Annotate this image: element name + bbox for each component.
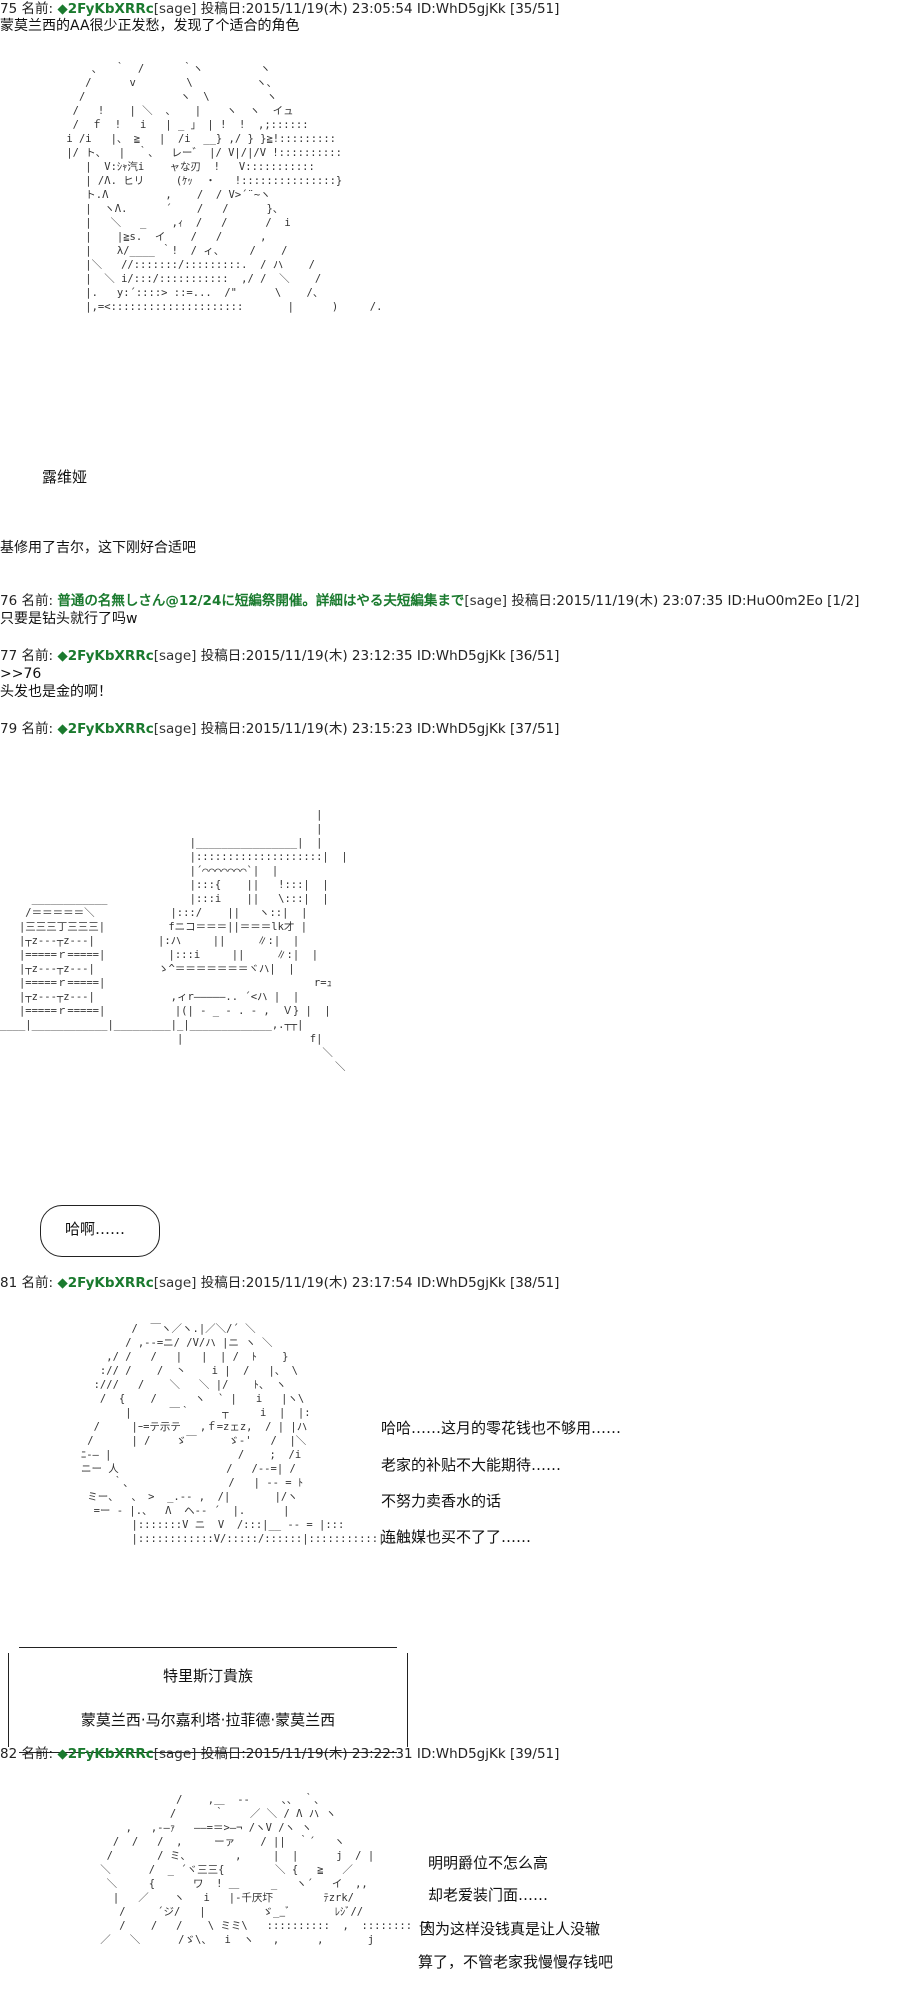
poster-name-link[interactable]: 普通の名無しさん@12/24に短編祭開催。詳細はやる夫短編集まで <box>57 593 464 609</box>
sage-tag: [sage] <box>153 648 197 664</box>
post-number: 81 <box>0 1275 18 1291</box>
post-header: 79 名前: ◆2FyKbXRRc[sage] 投稿日:2015/11/19(木… <box>0 720 559 738</box>
box-subtitle: 蒙莫兰西·马尔嘉利塔·拉菲德·蒙莫兰西 <box>80 1711 336 1729</box>
post-header: 81 名前: ◆2FyKbXRRc[sage] 投稿日:2015/11/19(木… <box>0 1274 559 1292</box>
post-meta: 投稿日:2015/11/19(木) 23:07:35 ID:HuO0m2Eo [… <box>511 593 860 609</box>
poster-name-link[interactable]: ◆2FyKbXRRc <box>57 648 153 664</box>
name-label: 名前: <box>21 721 54 737</box>
post-number: 75 <box>0 1 18 17</box>
post-number: 79 <box>0 721 18 737</box>
ascii-art-montmorency-2: / ,＿ -‐ 、、 ｀、 / ｀ ／ ＼ / Λ ハ ヽ , ,-―ｧ ――=… <box>100 1794 432 1946</box>
poster-name-link[interactable]: ◆2FyKbXRRc <box>57 1746 153 1762</box>
post-meta: 投稿日:2015/11/19(木) 23:15:23 ID:WhD5gjKk [… <box>200 721 560 737</box>
name-label: 名前: <box>21 648 54 664</box>
ascii-art-ruvia: 、 ｀ / ｀ヽ ヽ / v \ ヽ、 / ヽ \ ヽ / ! | ＼ 、 | … <box>66 63 383 313</box>
poster-name-link[interactable]: ◆2FyKbXRRc <box>57 1275 153 1291</box>
name-label: 名前: <box>21 593 54 609</box>
dialog-line: 连触媒也买不了了…… <box>381 1528 532 1546</box>
dialog-line: 哈哈……这月的零花钱也不够用…… <box>381 1419 622 1437</box>
post-header: 75 名前: ◆2FyKbXRRc[sage] 投稿日:2015/11/19(木… <box>0 0 559 18</box>
post-meta: 投稿日:2015/11/19(木) 23:22:31 ID:WhD5gjKk [… <box>200 1746 560 1762</box>
post-header: 82 名前: ◆2FyKbXRRc[sage] 投稿日:2015/11/19(木… <box>0 1745 559 1763</box>
dialog-line: 算了，不管老家我慢慢存钱吧 <box>418 1953 614 1971</box>
dialog-line: 老家的补贴不大能期待…… <box>381 1456 562 1474</box>
sage-tag: [sage] <box>153 1 197 17</box>
post-header: 77 名前: ◆2FyKbXRRc[sage] 投稿日:2015/11/19(木… <box>0 647 559 665</box>
ascii-art-room: | | |________________| | |::::::::::::::… <box>0 809 348 1073</box>
speech-bubble-text: 哈啊…… <box>65 1220 126 1238</box>
post-text: 只要是钻头就行了吗w <box>0 611 138 627</box>
sage-tag: [sage] <box>153 721 197 737</box>
post-number: 77 <box>0 648 18 664</box>
name-label: 名前: <box>21 1 54 17</box>
dialog-line: 却老爱装门面…… <box>428 1886 549 1904</box>
name-label: 名前: <box>21 1275 54 1291</box>
post-meta: 投稿日:2015/11/19(木) 23:12:35 ID:WhD5gjKk [… <box>200 648 560 664</box>
title-box: 特里斯汀貴族 蒙莫兰西·马尔嘉利塔·拉菲德·蒙莫兰西 <box>8 1647 408 1753</box>
post-number: 76 <box>0 593 18 609</box>
post-meta: 投稿日:2015/11/19(木) 23:05:54 ID:WhD5gjKk [… <box>200 1 560 17</box>
sage-tag: [sage] <box>153 1275 197 1291</box>
character-caption: 露维娅 <box>42 468 88 486</box>
post-meta: 投稿日:2015/11/19(木) 23:17:54 ID:WhD5gjKk [… <box>200 1275 560 1291</box>
dialog-line: 因为这样没钱真是让人没辙 <box>420 1920 601 1938</box>
name-label: 名前: <box>21 1746 54 1762</box>
poster-name-link[interactable]: ◆2FyKbXRRc <box>57 1 153 17</box>
dialog-line: 明明爵位不怎么高 <box>428 1854 549 1872</box>
sage-tag: [sage] <box>464 593 508 609</box>
dialog-line: 不努力卖香水的话 <box>381 1492 502 1510</box>
box-title: 特里斯汀貴族 <box>162 1667 253 1685</box>
post-number: 82 <box>0 1746 18 1762</box>
box-top-border <box>19 1647 397 1648</box>
sage-tag: [sage] <box>153 1746 197 1762</box>
ascii-art-montmorency: / ￣ヽ／ヽ.|／＼/´ ＼ / ,-‐=ニ/ /V/ハ |ニ ヽ ＼ ,/ /… <box>80 1323 410 1545</box>
post-header: 76 名前: 普通の名無しさん@12/24に短編祭開催。詳細はやる夫短編集まで[… <box>0 592 859 610</box>
poster-name-link[interactable]: ◆2FyKbXRRc <box>57 721 153 737</box>
quote-link[interactable]: >>76 <box>0 665 41 683</box>
post-text: 蒙莫兰西的AA很少正发愁，发现了个适合的角色 <box>0 18 300 34</box>
speech-bubble: 哈啊…… <box>40 1205 160 1257</box>
post-text: 基修用了吉尔，这下刚好合适吧 <box>0 540 196 556</box>
post-text: 头发也是金的啊！ <box>0 684 112 700</box>
